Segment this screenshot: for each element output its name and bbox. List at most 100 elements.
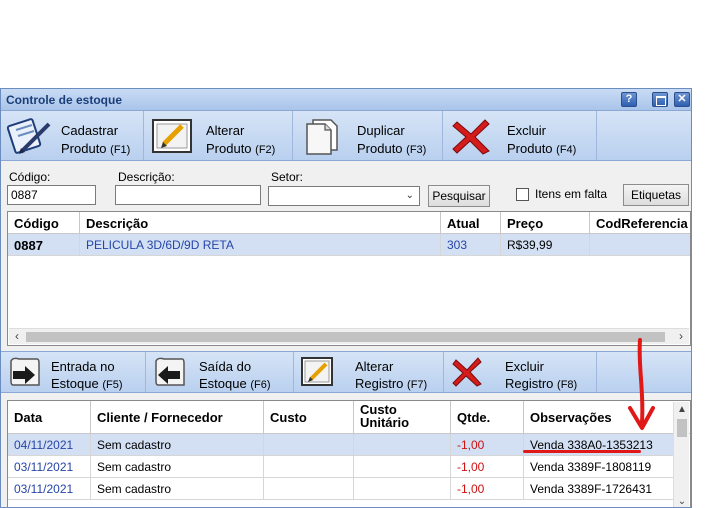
stock-out-icon	[155, 357, 185, 386]
cell-data: 04/11/2021	[8, 434, 91, 456]
register-product-icon	[7, 118, 51, 154]
delete-product-icon	[452, 119, 490, 155]
products-header: Código Descrição Atual Preço CodReferenc…	[8, 212, 690, 234]
entrada-label: Entrada no	[51, 359, 115, 374]
scroll-right-icon[interactable]: ›	[673, 329, 689, 345]
products-table: Código Descrição Atual Preço CodReferenc…	[7, 211, 691, 346]
cell-cliente: Sem cadastro	[91, 456, 264, 478]
cadastrar-produto-button[interactable]: Cadastrar Produto (F1)	[1, 111, 144, 160]
codigo-label: Código:	[9, 170, 51, 184]
col-codreferencia[interactable]: CodReferencia	[590, 212, 690, 234]
f3-key-label: (F3)	[406, 144, 427, 156]
descricao-input[interactable]	[115, 185, 261, 205]
scroll-left-icon[interactable]: ‹	[9, 329, 25, 345]
saida-estoque-button[interactable]: Saída do Estoque (F6)	[146, 352, 294, 392]
custo-unitario-line2: Unitário	[360, 415, 410, 430]
excluir-label: Excluir	[505, 359, 545, 374]
edit-product-icon	[152, 119, 192, 153]
f7-key-label: (F7)	[407, 379, 428, 391]
help-button[interactable]: ?	[621, 92, 637, 107]
col-codigo[interactable]: Código	[8, 212, 80, 234]
alterar-label: Alterar	[206, 123, 245, 138]
f1-key-label: (F1)	[110, 144, 131, 156]
movements-table: Data Cliente / Fornecedor Custo Custo Un…	[7, 400, 691, 507]
scrollbar-thumb[interactable]	[677, 419, 687, 437]
duplicate-product-icon	[306, 119, 338, 155]
scroll-down-icon[interactable]: ⌄	[674, 494, 690, 507]
edit-record-icon	[301, 357, 333, 386]
table-row[interactable]: 03/11/2021 Sem cadastro -1,00 Venda 3389…	[8, 456, 674, 478]
f4-key-label: (F4)	[556, 144, 577, 156]
col-atual[interactable]: Atual	[441, 212, 501, 234]
scroll-up-icon[interactable]: ▲	[674, 402, 690, 418]
cell-qtde: -1,00	[451, 434, 524, 456]
cell-custo	[264, 478, 354, 500]
registro-label: Registro	[355, 376, 404, 391]
cell-custo-unitario	[354, 434, 451, 456]
cell-codreferencia	[590, 234, 690, 256]
chevron-down-icon: ⌄	[405, 190, 414, 201]
table-row[interactable]: 0887 PELICULA 3D/6D/9D RETA 303 R$39,99	[8, 234, 690, 256]
cell-observacoes: Venda 3389F-1808119	[530, 460, 652, 474]
maximize-button[interactable]	[652, 92, 668, 107]
alterar-produto-button[interactable]: Alterar Produto (F2)	[144, 111, 293, 160]
cell-preco: R$39,99	[501, 234, 590, 256]
col-data[interactable]: Data	[8, 401, 91, 434]
cell-qtde: -1,00	[451, 456, 524, 478]
estoque-label: Estoque	[51, 376, 99, 391]
cell-codigo: 0887	[8, 234, 80, 256]
cell-data: 03/11/2021	[8, 456, 91, 478]
scrollbar-thumb[interactable]	[26, 332, 665, 342]
cell-qtde: -1,00	[451, 478, 524, 500]
excluir-produto-button[interactable]: Excluir Produto (F4)	[443, 111, 597, 160]
alterar-label: Alterar	[355, 359, 394, 374]
produto-label: Produto	[206, 141, 252, 156]
setor-label: Setor:	[271, 170, 304, 184]
setor-select[interactable]: ⌄	[268, 186, 420, 206]
stock-in-icon	[10, 357, 40, 386]
cell-custo-unitario	[354, 478, 451, 500]
close-button[interactable]: ✕	[674, 92, 690, 107]
descricao-label: Descrição:	[118, 170, 175, 184]
cell-atual: 303	[441, 234, 501, 256]
col-preco[interactable]: Preço	[501, 212, 590, 234]
window-title: Controle de estoque	[6, 93, 123, 107]
excluir-registro-button[interactable]: Excluir Registro (F8)	[444, 352, 597, 392]
alterar-registro-button[interactable]: Alterar Registro (F7)	[294, 352, 444, 392]
col-cliente-fornecedor[interactable]: Cliente / Fornecedor	[91, 401, 264, 434]
produto-label: Produto	[357, 141, 403, 156]
movements-header: Data Cliente / Fornecedor Custo Custo Un…	[8, 401, 690, 434]
col-qtde[interactable]: Qtde.	[451, 401, 524, 434]
registro-label: Registro	[505, 376, 554, 391]
codigo-input[interactable]: 0887	[7, 185, 96, 205]
f2-key-label: (F2)	[255, 144, 276, 156]
itens-em-falta-label: Itens em falta	[535, 187, 608, 201]
duplicar-produto-button[interactable]: Duplicar Produto (F3)	[293, 111, 443, 160]
entrada-estoque-button[interactable]: Entrada no Estoque (F5)	[1, 352, 146, 392]
pesquisar-button[interactable]: Pesquisar	[428, 185, 490, 207]
itens-em-falta-checkbox[interactable]	[516, 188, 529, 201]
produto-label: Produto	[61, 141, 107, 156]
col-descricao[interactable]: Descrição	[80, 212, 441, 234]
cell-descricao: PELICULA 3D/6D/9D RETA	[80, 234, 441, 256]
cell-data: 03/11/2021	[8, 478, 91, 500]
f5-key-label: (F5)	[102, 379, 123, 391]
cell-custo-unitario	[354, 456, 451, 478]
col-custo-unitario[interactable]: Custo Unitário	[354, 401, 451, 434]
etiquetas-button[interactable]: Etiquetas	[623, 184, 689, 206]
excluir-label: Excluir	[507, 123, 547, 138]
annotation-underline	[523, 450, 641, 453]
vertical-scrollbar[interactable]: ▲ ⌄	[673, 402, 690, 507]
table-row[interactable]: 03/11/2021 Sem cadastro -1,00 Venda 3389…	[8, 478, 674, 500]
cell-observacoes: Venda 3389F-1726431	[530, 482, 653, 496]
stock-control-window: Controle de estoque ? ✕ Cadastrar Produt…	[0, 88, 692, 508]
delete-record-icon	[452, 357, 482, 387]
annotation-arrow-icon	[628, 338, 655, 430]
f6-key-label: (F6)	[250, 379, 271, 391]
duplicar-label: Duplicar	[357, 123, 405, 138]
product-toolbar: Cadastrar Produto (F1) Alterar Produto (…	[1, 111, 691, 161]
f8-key-label: (F8)	[557, 379, 578, 391]
horizontal-scrollbar[interactable]: ‹ ›	[9, 328, 689, 344]
stock-toolbar: Entrada no Estoque (F5) Saída do Estoque…	[1, 351, 691, 393]
col-custo[interactable]: Custo	[264, 401, 354, 434]
